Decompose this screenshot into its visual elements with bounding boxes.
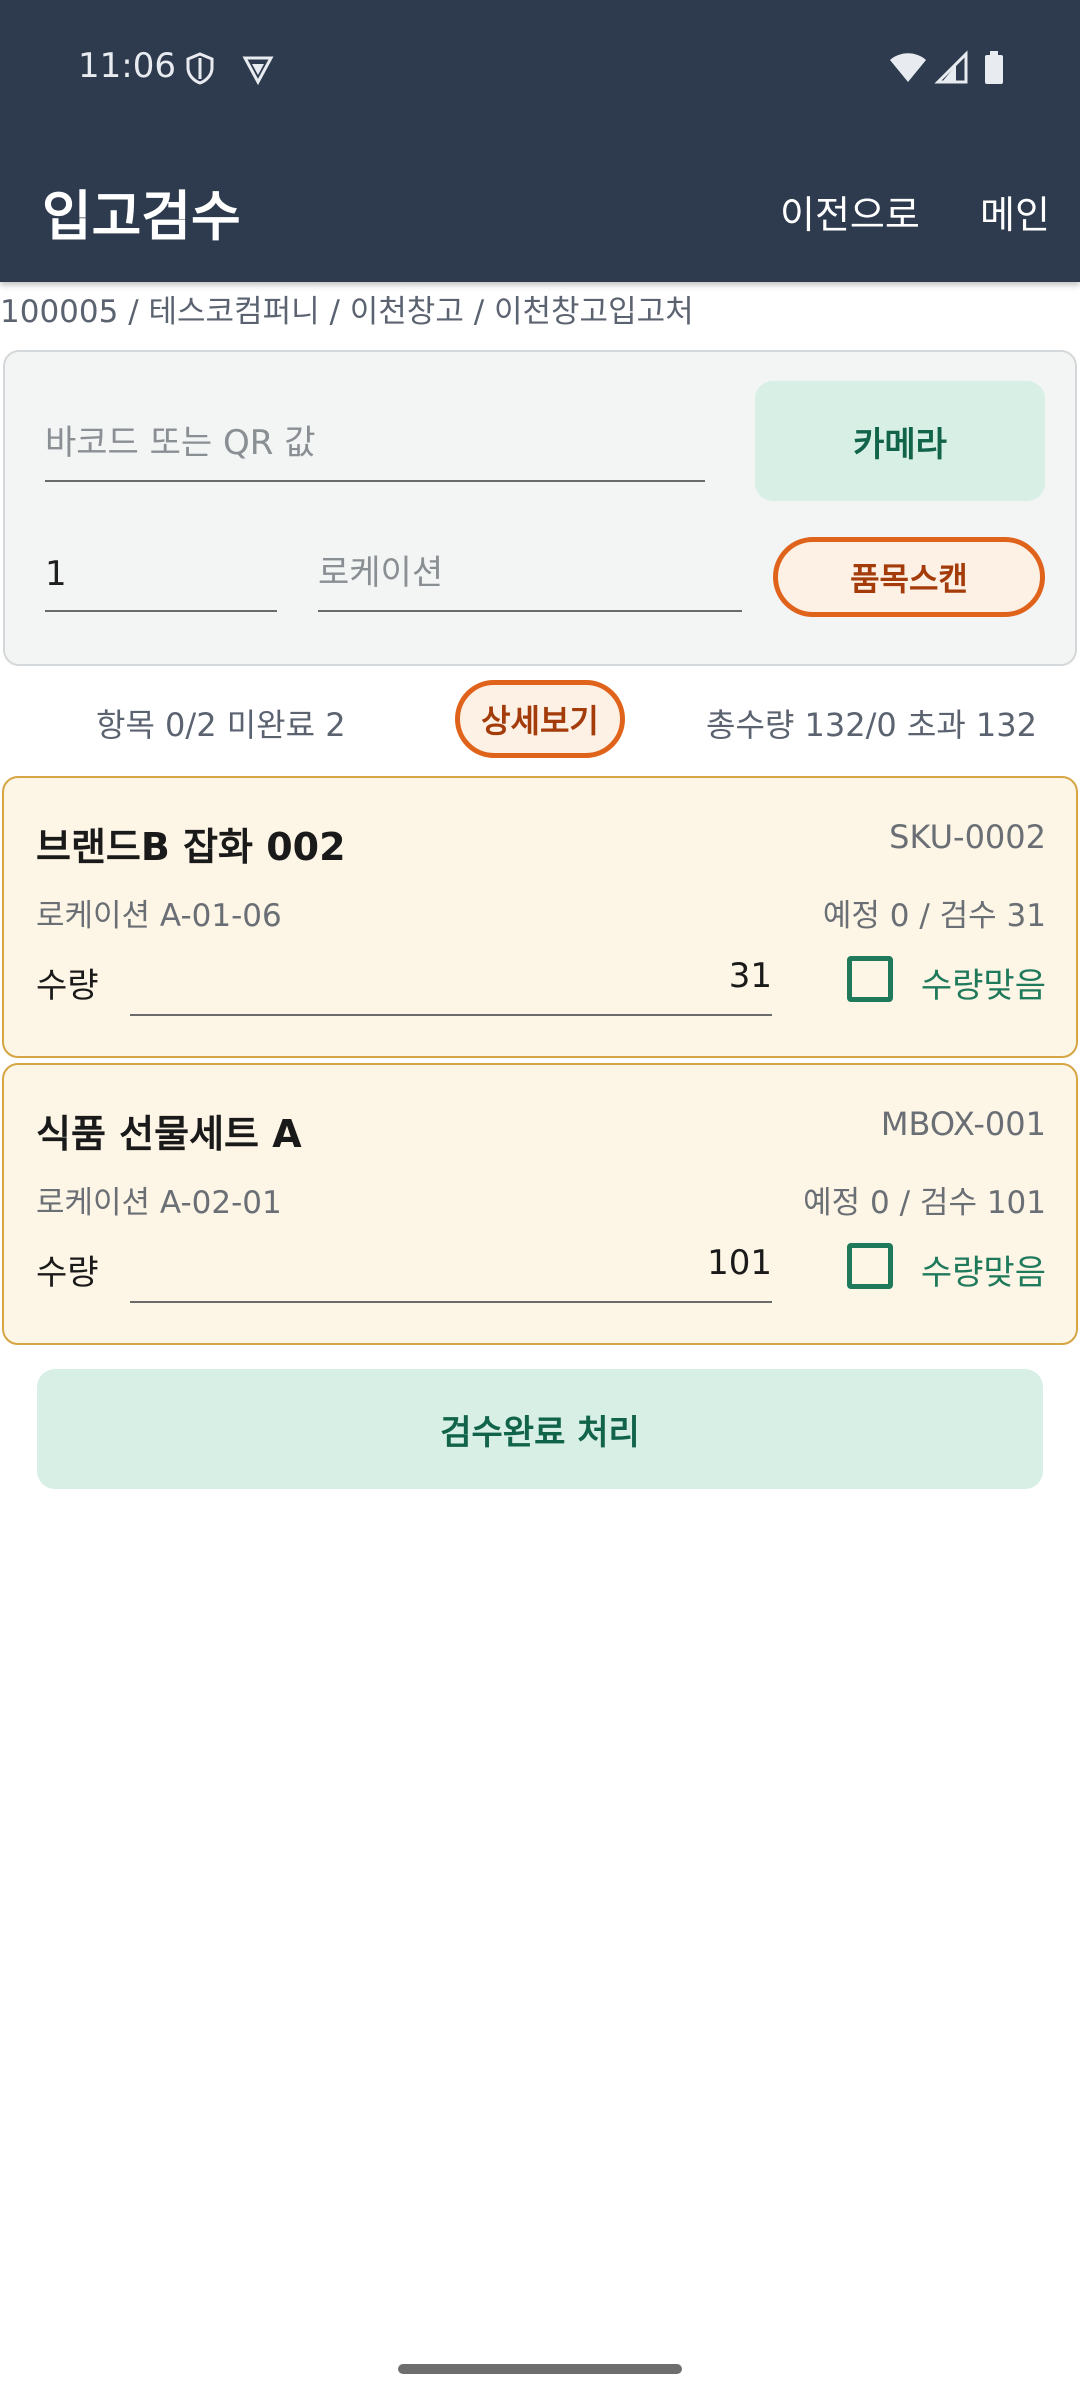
status-time: 11:06 [78, 46, 176, 86]
vpn-icon [240, 50, 276, 86]
detail-button[interactable]: 상세보기 [455, 680, 625, 758]
signal-icon [934, 50, 970, 86]
quantity-value: 1 [45, 554, 67, 594]
qty-match-label[interactable]: 수량맞음 [921, 1245, 1046, 1294]
barcode-input[interactable]: 바코드 또는 QR 값 [45, 402, 705, 482]
wifi-icon [888, 50, 928, 86]
shield-icon [182, 50, 218, 86]
camera-button[interactable]: 카메라 [755, 381, 1045, 501]
status-bar: 11:06 [0, 0, 1080, 135]
item-sku: SKU-0002 [889, 818, 1046, 856]
qty-match-label[interactable]: 수량맞음 [921, 958, 1046, 1007]
complete-inspection-button[interactable]: 검수완료 처리 [37, 1369, 1043, 1489]
app-bar: 11:06 입고검수 이전으로 메인 [0, 0, 1080, 282]
back-button[interactable]: 이전으로 [780, 184, 920, 239]
qty-match-checkbox[interactable] [847, 956, 893, 1002]
item-scan-button[interactable]: 품목스캔 [773, 537, 1045, 617]
barcode-placeholder: 바코드 또는 QR 값 [45, 423, 316, 463]
total-summary: 총수량 132/0 초과 132 [706, 706, 1038, 744]
item-qty-value: 101 [707, 1243, 772, 1283]
item-location: 로케이션 A-02-01 [36, 1185, 282, 1221]
qty-match-checkbox[interactable] [847, 1243, 893, 1289]
location-input[interactable]: 로케이션 [318, 530, 742, 612]
item-location: 로케이션 A-01-06 [36, 898, 282, 934]
item-name: 식품 선물세트 A [36, 1112, 302, 1156]
breadcrumb: 100005 / 테스코컴퍼니 / 이천창고 / 이천창고입고처 [0, 294, 694, 330]
quantity-input[interactable]: 1 [45, 530, 277, 612]
page-title: 입고검수 [42, 185, 241, 248]
item-card: 브랜드B 잡화 002 SKU-0002 로케이션 A-01-06 예정 0 /… [2, 776, 1078, 1058]
battery-icon [982, 50, 1006, 86]
item-card: 식품 선물세트 A MBOX-001 로케이션 A-02-01 예정 0 / 검… [2, 1063, 1078, 1345]
item-qty-input[interactable]: 101 [130, 1233, 772, 1303]
item-plan: 예정 0 / 검수 31 [822, 898, 1046, 934]
item-qty-label: 수량 [36, 966, 99, 1006]
item-qty-label: 수량 [36, 1253, 99, 1293]
item-name: 브랜드B 잡화 002 [36, 825, 346, 869]
item-plan: 예정 0 / 검수 101 [803, 1185, 1046, 1221]
items-summary: 항목 0/2 미완료 2 [96, 706, 346, 744]
item-qty-value: 31 [728, 956, 772, 996]
home-indicator[interactable] [398, 2364, 682, 2374]
item-sku: MBOX-001 [880, 1105, 1046, 1143]
item-qty-input[interactable]: 31 [130, 946, 772, 1016]
main-button[interactable]: 메인 [980, 184, 1050, 239]
location-placeholder: 로케이션 [318, 553, 444, 593]
